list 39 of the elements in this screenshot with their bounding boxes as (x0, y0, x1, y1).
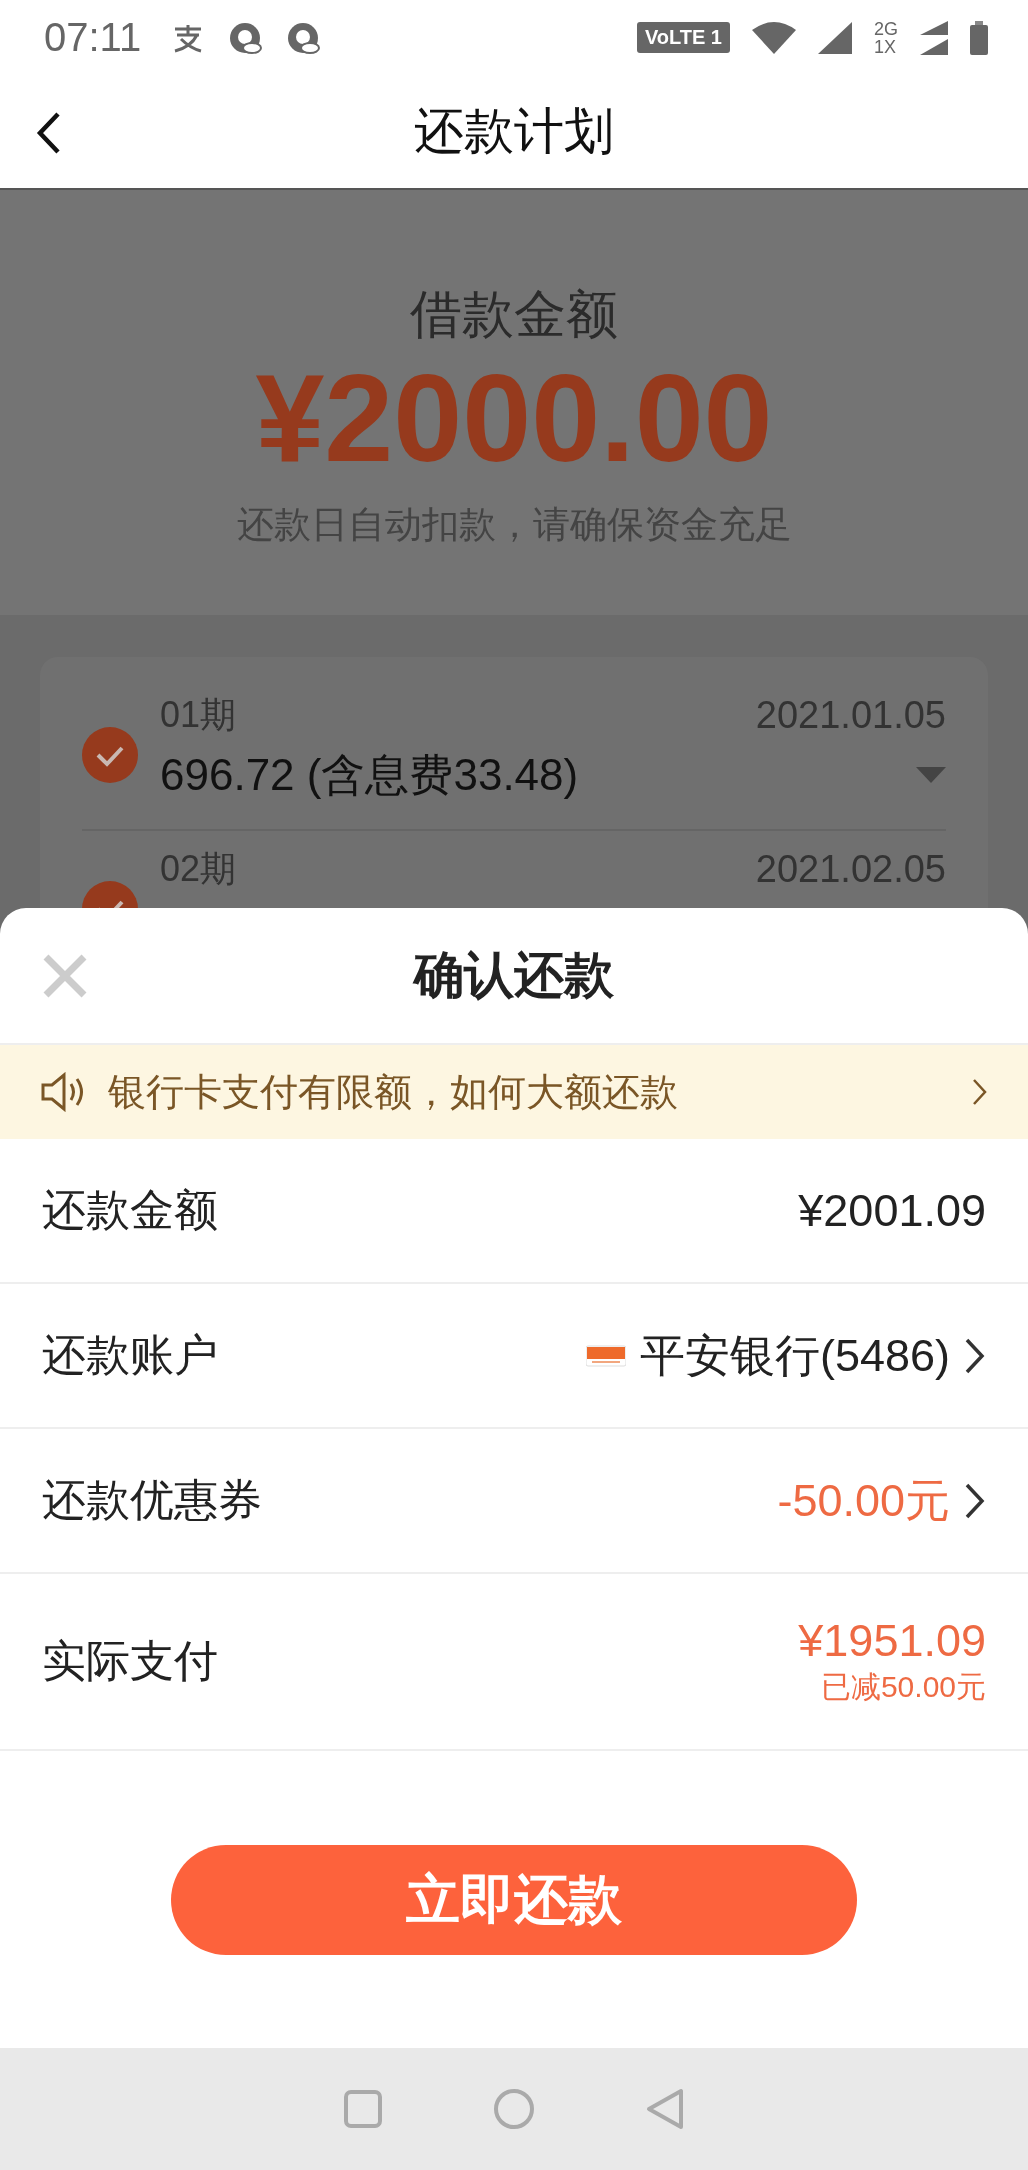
back-icon[interactable] (36, 111, 62, 155)
chevron-right-icon (964, 1481, 986, 1520)
notice-text: 银行卡支付有限额，如何大额还款 (108, 1069, 679, 1115)
discount-note: 已减50.00元 (820, 1669, 986, 1705)
caret-icon[interactable] (916, 766, 946, 785)
signal-icon (818, 21, 852, 54)
row-label: 实际支付 (42, 1635, 219, 1687)
due-date: 2021.02.05 (755, 848, 946, 891)
status-time: 07:11 (44, 15, 142, 60)
recent-apps-icon[interactable] (343, 2089, 383, 2129)
signal-icon (920, 20, 948, 55)
row-label: 还款优惠券 (42, 1474, 263, 1526)
loan-label: 借款金额 (410, 284, 618, 345)
account-value[interactable]: 平安银行(5486) (639, 1325, 950, 1386)
due-date: 2021.01.05 (755, 694, 946, 737)
period-label: 01期 (160, 693, 237, 737)
installment-amount: 696.72 (含息费33.48) (160, 749, 579, 801)
notice-banner[interactable]: 银行卡支付有限额，如何大额还款 (0, 1045, 1028, 1139)
coupon-value[interactable]: -50.00元 (777, 1470, 950, 1531)
network-type: 1X (874, 37, 897, 56)
speaker-icon (40, 1072, 86, 1112)
page-title: 还款计划 (414, 102, 614, 161)
volte-badge: VoLTE 1 (636, 22, 730, 53)
row-label: 还款账户 (42, 1329, 219, 1381)
battery-icon (970, 20, 988, 55)
period-label: 02期 (160, 847, 237, 891)
close-icon[interactable] (42, 953, 88, 999)
chevron-right-icon (972, 1078, 988, 1106)
home-icon[interactable] (493, 2088, 535, 2130)
amount-value: ¥2001.09 (798, 1184, 986, 1237)
wifi-icon (752, 21, 796, 54)
checkbox-icon[interactable] (82, 727, 138, 783)
row-label: 还款金额 (42, 1184, 219, 1236)
loan-amount: ¥2000.00 (255, 350, 773, 487)
total-value: ¥1951.09 (798, 1615, 986, 1667)
sheet-title: 确认还款 (414, 946, 614, 1005)
chevron-right-icon (964, 1336, 986, 1375)
network-type: 2G (874, 19, 898, 38)
bank-card-icon (585, 1343, 626, 1368)
